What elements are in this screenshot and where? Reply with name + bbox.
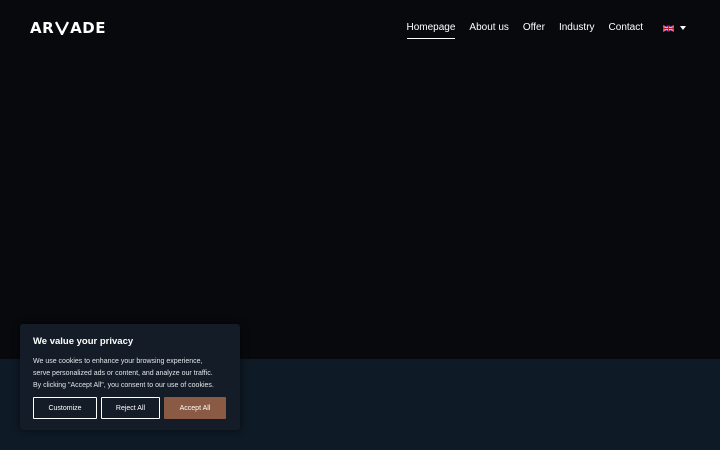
chevron-down-icon	[680, 26, 686, 30]
logo[interactable]: AR ADE	[30, 19, 106, 37]
nav-about-us[interactable]: About us	[469, 20, 508, 36]
logo-text-left: AR	[30, 19, 55, 37]
main-nav: Homepage About us Offer Industry Contact	[406, 19, 686, 39]
accept-all-button[interactable]: Accept All	[164, 397, 226, 419]
cookie-consent-panel: We value your privacy We use cookies to …	[20, 324, 240, 430]
page: AR ADE Homepage About us Offer Industry …	[0, 0, 720, 450]
customize-button[interactable]: Customize	[33, 397, 97, 419]
nav-homepage[interactable]: Homepage	[406, 20, 455, 39]
cookie-text-line-2: serve personalized ads or content, and a…	[33, 370, 213, 377]
nav-industry[interactable]: Industry	[559, 20, 595, 36]
cookie-text-line-3: By clicking "Accept All", you consent to…	[33, 382, 214, 389]
cookie-buttons: Customize Reject All Accept All	[33, 397, 226, 419]
uk-flag-icon	[663, 24, 674, 32]
nav-contact[interactable]: Contact	[609, 20, 643, 36]
logo-text-right: ADE	[70, 19, 106, 37]
logo-v-mark	[55, 21, 70, 35]
cookie-title: We value your privacy	[33, 336, 134, 347]
cookie-text-line-1: We use cookies to enhance your browsing …	[33, 358, 203, 365]
language-switcher[interactable]	[663, 24, 686, 32]
site-header: AR ADE Homepage About us Offer Industry …	[0, 0, 720, 56]
nav-offer[interactable]: Offer	[523, 20, 545, 36]
reject-all-button[interactable]: Reject All	[101, 397, 160, 419]
